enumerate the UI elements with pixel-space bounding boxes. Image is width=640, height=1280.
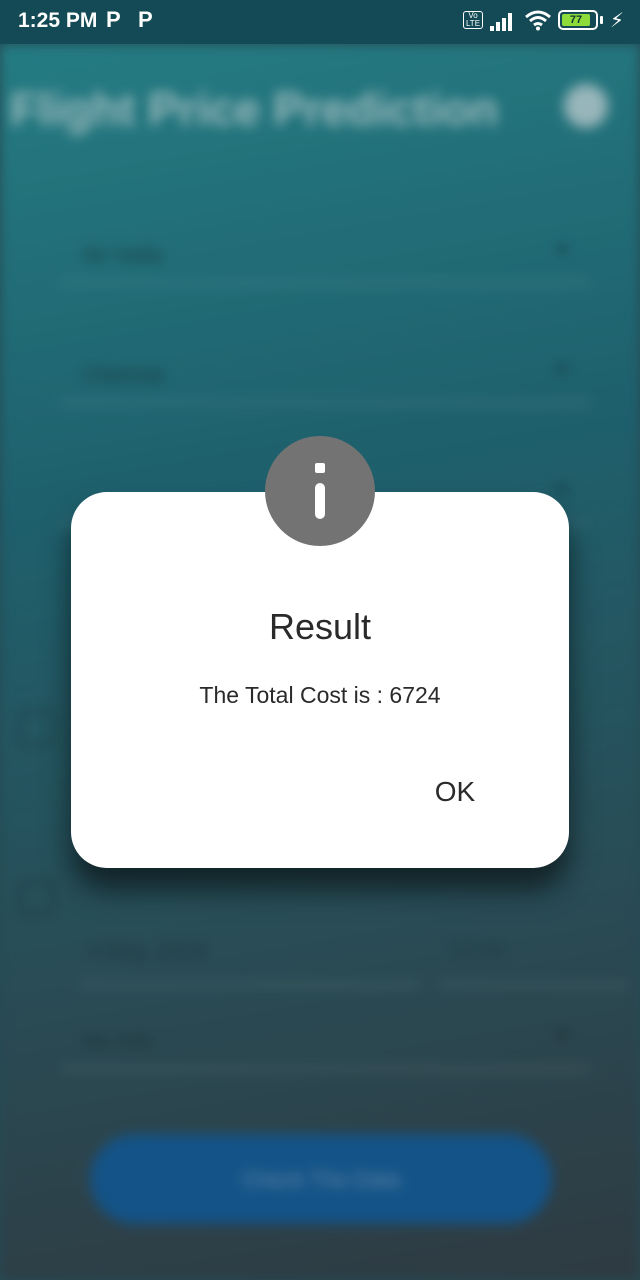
ok-button[interactable]: OK	[411, 766, 499, 818]
notification-p-icon: P	[138, 7, 153, 32]
info-icon	[265, 436, 375, 546]
dialog-title: Result	[268, 606, 372, 647]
dialog-message: The Total Cost is : 6724	[199, 682, 441, 708]
battery-icon: 77	[558, 10, 598, 30]
battery-level: 77	[562, 14, 590, 26]
wifi-icon	[525, 10, 551, 31]
info-bar	[315, 483, 325, 519]
signal-icon	[490, 13, 512, 31]
result-dialog: Result The Total Cost is : 6724 OK	[71, 492, 569, 868]
info-dot	[315, 463, 325, 473]
charging-bolt-icon: ⚡	[610, 10, 625, 32]
status-time: 1:25 PM	[18, 9, 98, 32]
notification-p-icon: P	[106, 7, 121, 32]
battery-cap	[600, 16, 603, 24]
volte-icon: Vo LTE	[463, 11, 483, 29]
status-bar: 1:25 PM P P Vo LTE 77 ⚡	[0, 0, 640, 44]
